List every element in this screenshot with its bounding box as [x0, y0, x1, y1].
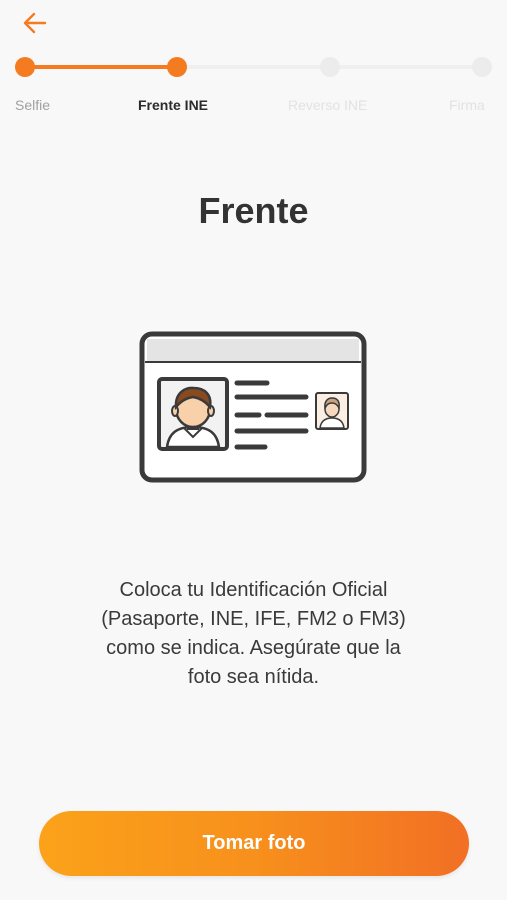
step-dot-frente-ine [167, 57, 187, 77]
step-label-selfie: Selfie [15, 97, 51, 113]
step-dot-firma [472, 57, 492, 77]
step-label-firma: Firma [449, 97, 485, 113]
step-label-reverso-ine: Reverso INE [288, 97, 368, 113]
arrow-left-icon [23, 12, 47, 34]
back-button[interactable] [18, 8, 52, 38]
progress-track-completed [25, 65, 177, 69]
step-label-frente-ine: Frente INE [138, 97, 209, 113]
id-card-icon [139, 331, 367, 483]
take-photo-button[interactable]: Tomar foto [39, 811, 469, 876]
step-dot-reverso-ine [320, 57, 340, 77]
progress-stepper: Selfie Frente INE Reverso INE Firma [0, 50, 507, 120]
step-dot-selfie [15, 57, 35, 77]
page-title: Frente [198, 190, 309, 231]
instructions-text: Coloca tu Identificación Oficial (Pasapo… [101, 579, 406, 688]
